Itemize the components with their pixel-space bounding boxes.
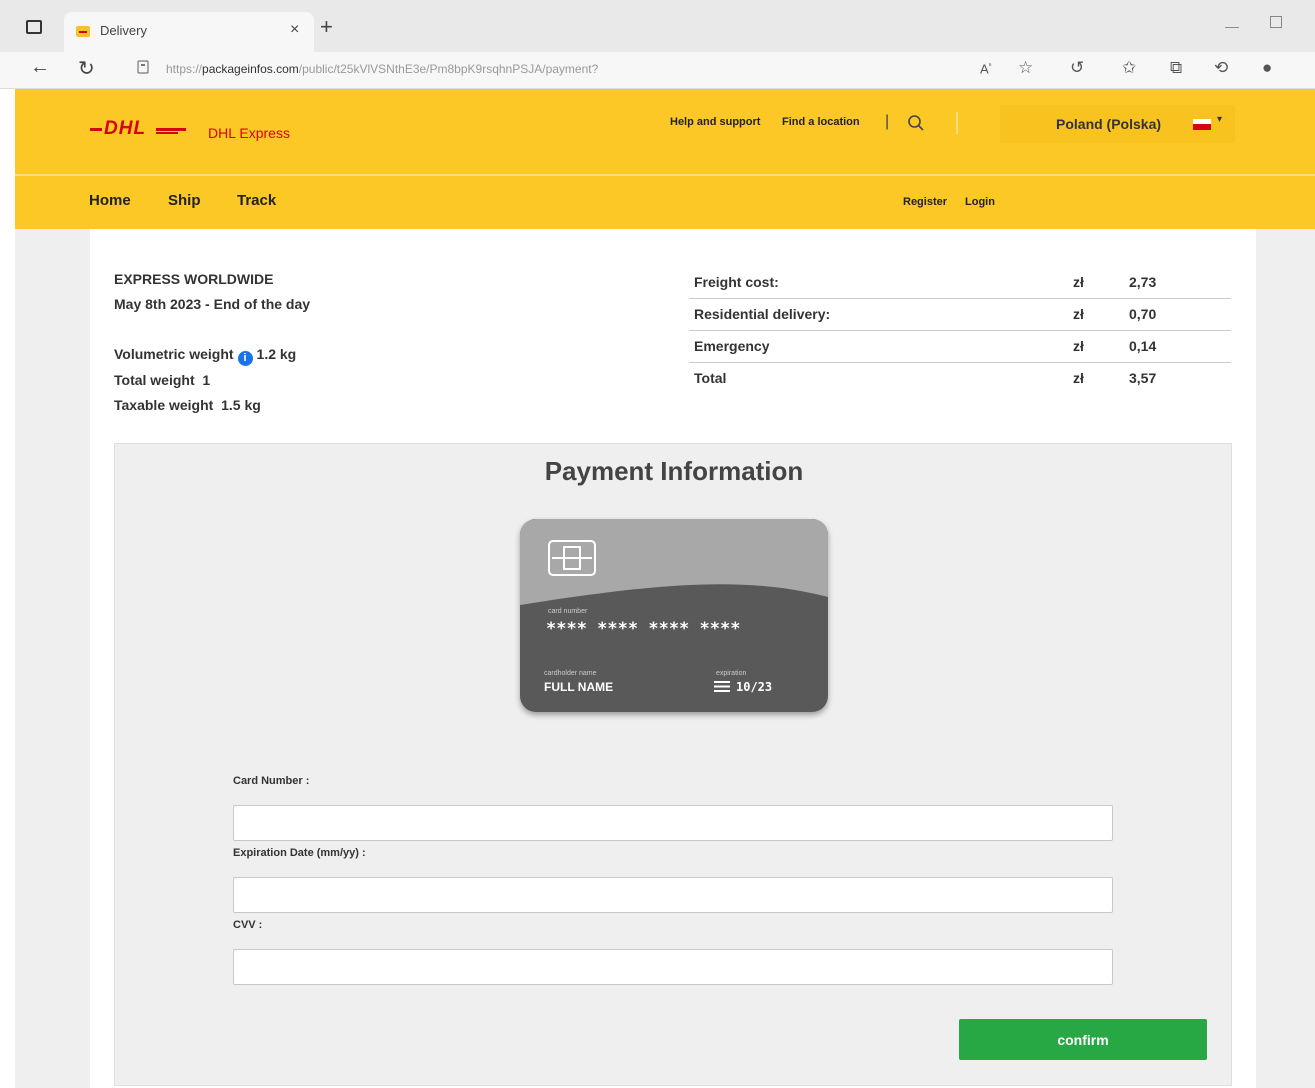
volumetric-weight-label: Volumetric weight [114, 346, 234, 362]
volumetric-weight-value: 1.2 kg [256, 346, 297, 362]
nav-track[interactable]: Track [237, 192, 276, 209]
brand-subtitle: DHL Express [208, 125, 290, 141]
cost-label: Freight cost: [694, 274, 779, 290]
browser-tab[interactable]: Delivery × [64, 12, 314, 52]
chevron-down-icon: ▾ [1217, 114, 1223, 125]
country-label: Poland (Polska) [1056, 116, 1162, 132]
taxable-weight-label: Taxable weight [114, 397, 214, 413]
card-expiration-display: 10/23 [736, 680, 773, 694]
read-aloud-icon[interactable]: Aⁿ [980, 61, 992, 76]
calendar-icon [714, 681, 730, 692]
history-icon[interactable]: ⟲ [1214, 58, 1228, 78]
divider: | [885, 113, 890, 130]
cost-table: Freight cost: zł 2,73 Residential delive… [689, 267, 1231, 394]
service-name: EXPRESS WORLDWIDE [114, 271, 274, 287]
cost-label: Emergency [694, 338, 770, 354]
url-field[interactable]: https://packageinfos.com/public/t25kVlVS… [166, 62, 598, 76]
payment-panel: Payment Information card number **** ***… [114, 443, 1232, 1086]
tab-actions-icon[interactable] [26, 20, 42, 34]
cost-row: Freight cost: zł 2,73 [689, 267, 1231, 299]
card-expiration-caption: expiration [716, 670, 747, 677]
cost-label: Total [694, 370, 727, 386]
back-arrow-icon[interactable]: ← [30, 56, 50, 79]
card-chip-icon [548, 540, 596, 576]
nav-home[interactable]: Home [89, 192, 131, 209]
card-number-display: **** **** **** **** [546, 619, 741, 639]
add-favorite-icon[interactable]: ☆ [1018, 58, 1033, 78]
cvv-label: CVV : [233, 919, 263, 931]
cost-currency: zł [1073, 370, 1084, 386]
country-selector[interactable]: Poland (Polska) ▾ [1000, 105, 1235, 143]
dhl-logo[interactable]: DHL [90, 119, 210, 137]
dhl-favicon-icon [76, 26, 90, 37]
site-header: DHL DHL Express Help and support Find a … [15, 89, 1315, 174]
cost-total-row: Total zł 3,57 [689, 363, 1231, 394]
find-location-link[interactable]: Find a location [782, 116, 860, 128]
tab-close-icon[interactable]: × [290, 21, 299, 39]
url-host: packageinfos.com [202, 62, 299, 76]
cost-row: Emergency zł 0,14 [689, 331, 1231, 363]
url-prefix: https:// [166, 62, 203, 76]
maximize-icon[interactable] [1270, 16, 1282, 28]
collections-icon[interactable]: ⧉ [1170, 58, 1182, 78]
svg-text:DHL: DHL [104, 119, 146, 137]
extension-icon[interactable]: ↺ [1070, 58, 1084, 78]
cost-amount: 2,73 [1129, 274, 1157, 290]
main-content: EXPRESS WORLDWIDE May 8th 2023 - End of … [90, 229, 1256, 1088]
refresh-icon[interactable]: ↻ [78, 56, 95, 81]
total-weight-label: Total weight [114, 372, 195, 388]
volumetric-weight: Volumetric weight i 1.2 kg [114, 346, 296, 366]
card-number-caption: card number [548, 608, 588, 615]
cost-currency: zł [1073, 306, 1084, 322]
delivery-date: May 8th 2023 - End of the day [114, 296, 311, 312]
tab-title: Delivery [100, 23, 147, 38]
address-bar: ← ↻ https://packageinfos.com/public/t25k… [0, 52, 1315, 89]
credit-card-preview: card number **** **** **** **** cardhold… [520, 519, 828, 712]
card-holder-display: FULL NAME [544, 680, 614, 694]
nav-ship[interactable]: Ship [168, 192, 201, 209]
url-path: /public/t25kVlVSNthE3e/Pm8bpK9rsqhnPSJA/… [298, 62, 599, 76]
cost-currency: zł [1073, 274, 1084, 290]
payment-title: Payment Information [544, 456, 804, 486]
favorites-icon[interactable]: ✩ [1122, 58, 1136, 78]
browser-tab-bar: Delivery × + — [0, 0, 1315, 52]
expiration-date-label: Expiration Date (mm/yy) : [233, 847, 366, 859]
card-number-label: Card Number : [233, 775, 310, 787]
total-weight: Total weight 1 [114, 372, 210, 388]
info-icon[interactable]: i [237, 351, 253, 366]
divider [956, 112, 958, 134]
help-support-link[interactable]: Help and support [670, 116, 760, 128]
profile-icon[interactable]: ● [1262, 58, 1272, 78]
cost-label: Residential delivery: [694, 306, 831, 322]
cost-row: Residential delivery: zł 0,70 [689, 299, 1231, 331]
taxable-weight: Taxable weight 1.5 kg [114, 397, 261, 413]
register-link[interactable]: Register [903, 196, 947, 208]
confirm-button[interactable]: confirm [959, 1019, 1207, 1060]
new-tab-icon[interactable]: + [320, 16, 333, 38]
login-link[interactable]: Login [965, 196, 995, 208]
taxable-weight-value: 1.5 kg [221, 397, 261, 413]
page-info-icon[interactable] [137, 60, 149, 74]
expiration-date-input[interactable] [233, 877, 1113, 913]
cost-currency: zł [1073, 338, 1084, 354]
search-icon[interactable] [907, 114, 925, 132]
cost-amount: 0,14 [1129, 338, 1157, 354]
cvv-input[interactable] [233, 949, 1113, 985]
main-nav: Home Ship Track Register Login [15, 176, 1315, 229]
cost-amount: 3,57 [1129, 370, 1157, 386]
total-weight-value: 1 [202, 372, 211, 388]
poland-flag-icon [1193, 119, 1211, 130]
card-number-input[interactable] [233, 805, 1113, 841]
card-holder-caption: cardholder name [544, 670, 597, 677]
minimize-icon[interactable]: — [1225, 18, 1239, 34]
cost-amount: 0,70 [1129, 306, 1157, 322]
